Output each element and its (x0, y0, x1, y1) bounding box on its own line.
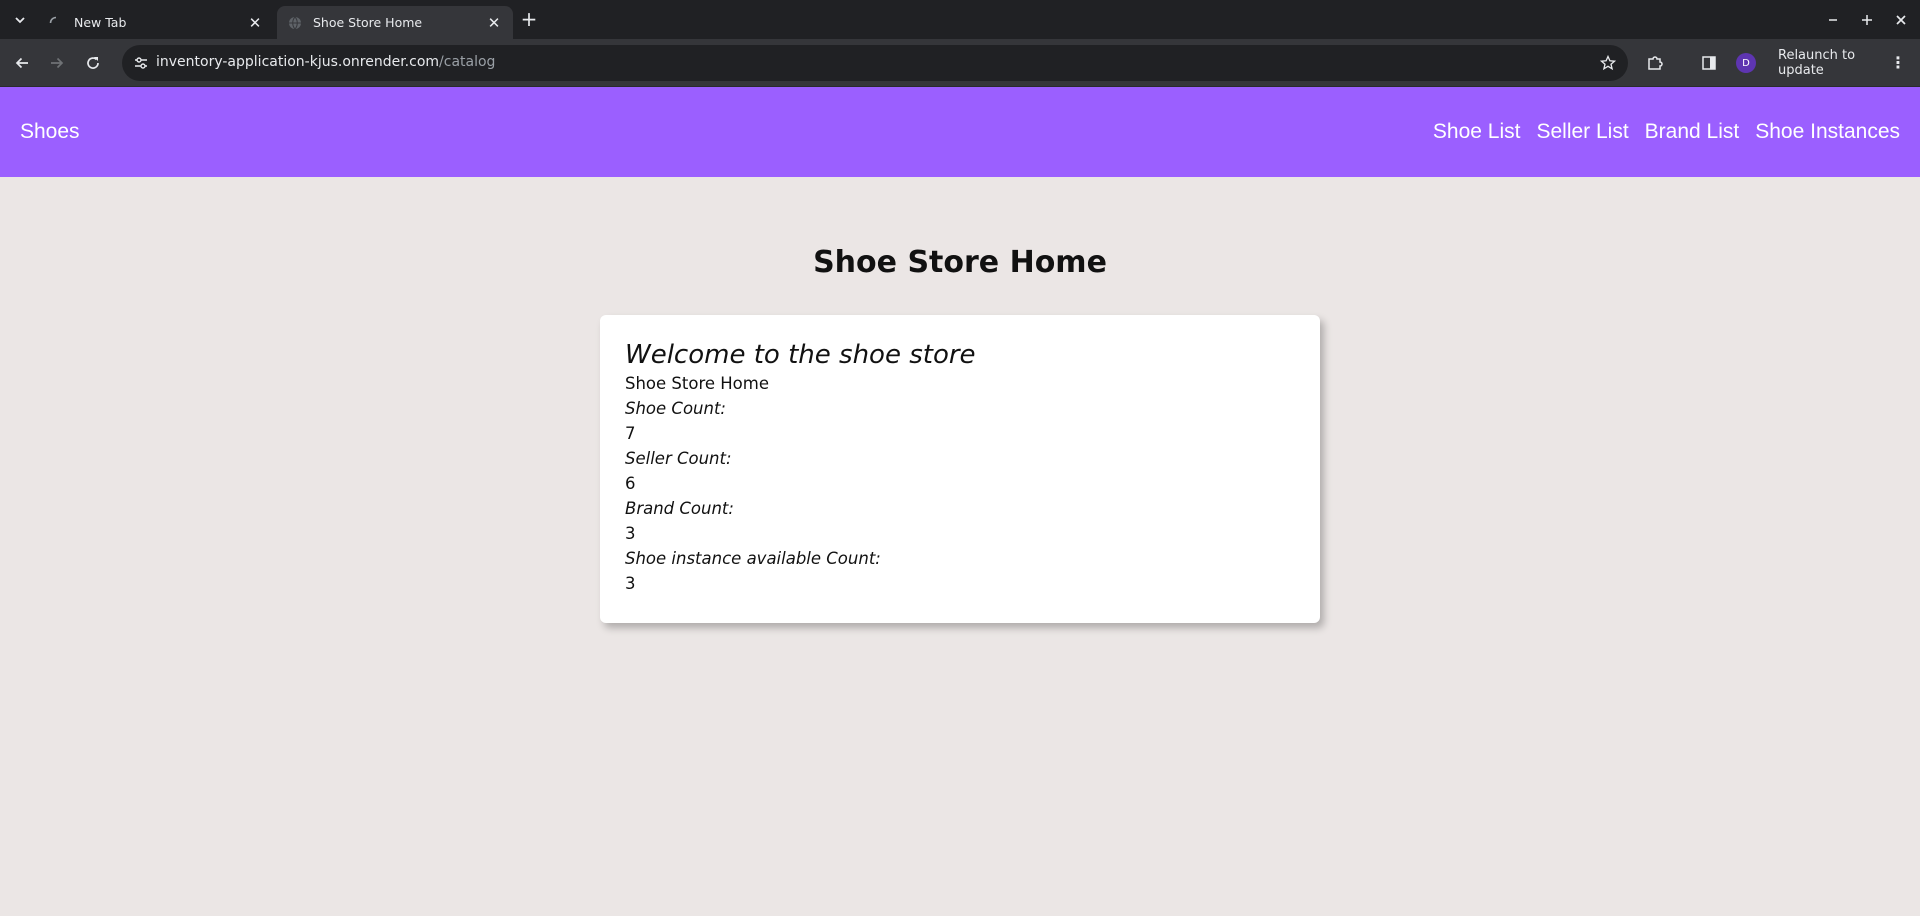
brand-count-value: 3 (625, 524, 636, 543)
browser-tabstrip: New Tab ✕ Shoe Store Home ✕ + (0, 0, 1920, 39)
close-window-icon[interactable] (1889, 8, 1913, 32)
tab-title: Shoe Store Home (313, 15, 423, 30)
brand-count-label: Brand Count: (625, 499, 734, 518)
shoe-count-value: 7 (625, 424, 636, 443)
url-path: /catalog (439, 54, 496, 70)
summary-card: Welcome to the shoe store Shoe Store Hom… (600, 315, 1320, 623)
shoe-count-label: Shoe Count: (625, 399, 726, 418)
side-panel-icon[interactable] (1697, 51, 1721, 75)
nav-links: Shoe List Seller List Brand List Shoe In… (1433, 120, 1900, 144)
instance-count-value: 3 (625, 574, 636, 593)
seller-count-value: 6 (625, 474, 636, 493)
extensions-puzzle-icon[interactable] (1643, 51, 1667, 75)
close-tab-icon[interactable]: ✕ (246, 14, 264, 32)
seller-count-label: Seller Count: (625, 449, 732, 468)
welcome-heading: Welcome to the shoe store (625, 340, 976, 370)
bookmark-star-icon[interactable] (1598, 53, 1618, 73)
page-title: Shoe Store Home (813, 245, 1107, 280)
address-bar[interactable]: inventory-application-kjus.onrender.com/… (122, 45, 1628, 81)
nav-link-shoe-instances[interactable]: Shoe Instances (1755, 120, 1900, 144)
nav-link-shoe-list[interactable]: Shoe List (1433, 120, 1521, 144)
close-tab-icon[interactable]: ✕ (485, 14, 503, 32)
back-icon[interactable] (10, 51, 34, 75)
chevron-down-icon (15, 17, 25, 24)
reload-icon[interactable] (81, 51, 105, 75)
nav-link-seller-list[interactable]: Seller List (1536, 120, 1628, 144)
instance-count-label: Shoe instance available Count: (625, 549, 881, 568)
relaunch-button[interactable]: Relaunch to update ⋮ (1766, 45, 1920, 81)
browser-toolbar: inventory-application-kjus.onrender.com/… (0, 39, 1920, 87)
site-info-icon[interactable] (132, 54, 150, 72)
tab-new-tab[interactable]: New Tab ✕ (38, 6, 274, 39)
globe-icon (287, 15, 303, 31)
profile-avatar[interactable]: D (1736, 53, 1756, 73)
tab-title: New Tab (74, 15, 127, 30)
tab-search-button[interactable] (8, 8, 32, 32)
loading-spinner-icon (48, 15, 64, 31)
more-menu-icon[interactable]: ⋮ (1890, 55, 1906, 71)
card-subtitle: Shoe Store Home (625, 374, 770, 393)
maximize-icon[interactable] (1855, 8, 1879, 32)
forward-icon[interactable] (45, 51, 69, 75)
minimize-icon[interactable] (1821, 8, 1845, 32)
nav-link-brand-list[interactable]: Brand List (1645, 120, 1740, 144)
tab-shoe-store-home[interactable]: Shoe Store Home ✕ (277, 6, 513, 39)
new-tab-button[interactable]: + (517, 7, 541, 31)
relaunch-label: Relaunch to update (1778, 48, 1856, 78)
url-host: inventory-application-kjus.onrender.com (156, 54, 440, 70)
site-navbar: Shoes Shoe List Seller List Brand List S… (0, 87, 1920, 177)
url-text: inventory-application-kjus.onrender.com/… (156, 54, 495, 70)
site-brand-link[interactable]: Shoes (20, 120, 80, 144)
